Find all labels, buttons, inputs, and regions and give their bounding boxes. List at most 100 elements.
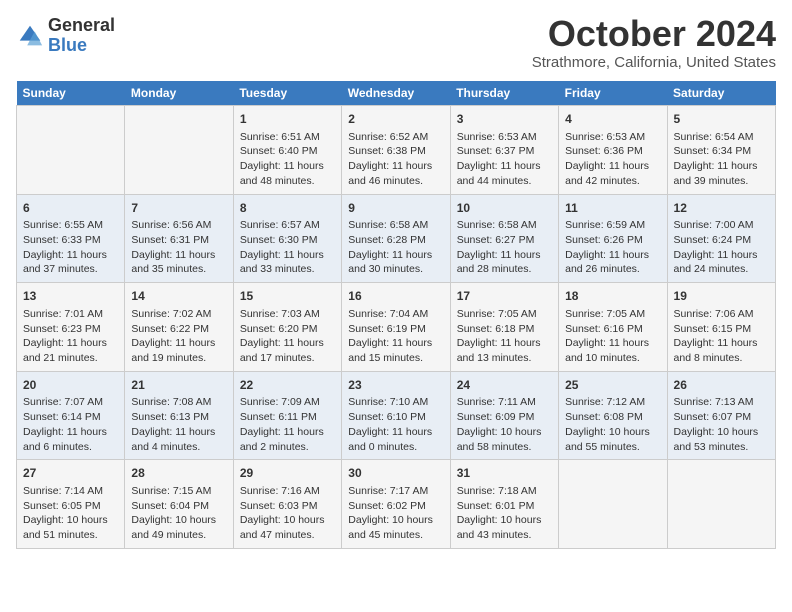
day-info: Sunrise: 7:13 AM Sunset: 6:07 PM Dayligh… [674,395,769,454]
day-info: Sunrise: 7:16 AM Sunset: 6:03 PM Dayligh… [240,484,335,543]
day-number: 12 [674,200,769,217]
day-info: Sunrise: 7:11 AM Sunset: 6:09 PM Dayligh… [457,395,552,454]
day-number: 1 [240,111,335,128]
day-info: Sunrise: 7:03 AM Sunset: 6:20 PM Dayligh… [240,307,335,366]
day-info: Sunrise: 7:00 AM Sunset: 6:24 PM Dayligh… [674,218,769,277]
calendar-cell: 9Sunrise: 6:58 AM Sunset: 6:28 PM Daylig… [342,194,450,283]
calendar-cell: 21Sunrise: 7:08 AM Sunset: 6:13 PM Dayli… [125,371,233,460]
calendar-cell: 12Sunrise: 7:00 AM Sunset: 6:24 PM Dayli… [667,194,775,283]
calendar-header: SundayMondayTuesdayWednesdayThursdayFrid… [17,81,776,106]
calendar-cell [559,460,667,549]
calendar-cell: 8Sunrise: 6:57 AM Sunset: 6:30 PM Daylig… [233,194,341,283]
calendar-week-row: 1 Sunrise: 6:51 AM Sunset: 6:40 PM Daylig… [17,106,776,195]
weekday-header: Sunday [17,81,125,106]
day-number: 9 [348,200,443,217]
day-info: Sunrise: 7:01 AM Sunset: 6:23 PM Dayligh… [23,307,118,366]
day-number: 24 [457,377,552,394]
day-number: 21 [131,377,226,394]
day-info: Sunrise: 7:14 AM Sunset: 6:05 PM Dayligh… [23,484,118,543]
calendar-cell: 2Sunrise: 6:52 AM Sunset: 6:38 PM Daylig… [342,106,450,195]
calendar-cell: 29 Sunrise: 7:16 AM Sunset: 6:03 PM Dayli… [233,460,341,549]
day-number: 17 [457,288,552,305]
day-number: 22 [240,377,335,394]
day-info: Sunrise: 7:08 AM Sunset: 6:13 PM Dayligh… [131,395,226,454]
calendar-week-row: 20Sunrise: 7:07 AM Sunset: 6:14 PM Dayli… [17,371,776,460]
calendar-cell [17,106,125,195]
calendar-cell: 28Sunrise: 7:15 AM Sunset: 6:04 PM Dayli… [125,460,233,549]
calendar-cell: 4Sunrise: 6:53 AM Sunset: 6:36 PM Daylig… [559,106,667,195]
calendar-week-row: 6Sunrise: 6:55 AM Sunset: 6:33 PM Daylig… [17,194,776,283]
day-info: Sunrise: 6:54 AM Sunset: 6:34 PM Dayligh… [674,130,769,189]
day-number: 29 [240,465,335,482]
logo-line1: General [48,16,115,36]
day-info: Sunrise: 6:51 AM Sunset: 6:40 PM Dayligh… [240,130,335,189]
day-info: Sunrise: 7:02 AM Sunset: 6:22 PM Dayligh… [131,307,226,366]
day-info: Sunrise: 6:58 AM Sunset: 6:27 PM Dayligh… [457,218,552,277]
day-number: 15 [240,288,335,305]
calendar-cell: 16 Sunrise: 7:04 AM Sunset: 6:19 PM Dayli… [342,283,450,372]
day-info: Sunrise: 7:09 AM Sunset: 6:11 PM Dayligh… [240,395,335,454]
day-info: Sunrise: 6:56 AM Sunset: 6:31 PM Dayligh… [131,218,226,277]
day-info: Sunrise: 6:58 AM Sunset: 6:28 PM Dayligh… [348,218,443,277]
day-number: 13 [23,288,118,305]
day-number: 3 [457,111,552,128]
calendar-cell: 18 Sunrise: 7:05 AM Sunset: 6:16 PM Dayli… [559,283,667,372]
weekday-header: Saturday [667,81,775,106]
calendar-cell: 24Sunrise: 7:11 AM Sunset: 6:09 PM Dayli… [450,371,558,460]
calendar-week-row: 27Sunrise: 7:14 AM Sunset: 6:05 PM Dayli… [17,460,776,549]
weekday-header: Tuesday [233,81,341,106]
day-number: 26 [674,377,769,394]
day-number: 16 [348,288,443,305]
day-info: Sunrise: 7:12 AM Sunset: 6:08 PM Dayligh… [565,395,660,454]
logo: General Blue [16,16,115,56]
day-number: 10 [457,200,552,217]
logo-icon [16,22,44,50]
calendar-cell [125,106,233,195]
day-number: 5 [674,111,769,128]
weekday-header: Wednesday [342,81,450,106]
day-info: Sunrise: 6:59 AM Sunset: 6:26 PM Dayligh… [565,218,660,277]
day-number: 31 [457,465,552,482]
day-number: 11 [565,200,660,217]
day-info: Sunrise: 7:05 AM Sunset: 6:16 PM Dayligh… [565,307,660,366]
day-info: Sunrise: 6:53 AM Sunset: 6:36 PM Dayligh… [565,130,660,189]
day-number: 28 [131,465,226,482]
day-number: 19 [674,288,769,305]
calendar-cell: 25Sunrise: 7:12 AM Sunset: 6:08 PM Dayli… [559,371,667,460]
calendar-cell: 17 Sunrise: 7:05 AM Sunset: 6:18 PM Dayli… [450,283,558,372]
calendar-cell: 14 Sunrise: 7:02 AM Sunset: 6:22 PM Dayli… [125,283,233,372]
calendar-cell: 15 Sunrise: 7:03 AM Sunset: 6:20 PM Dayli… [233,283,341,372]
calendar-cell: 13 Sunrise: 7:01 AM Sunset: 6:23 PM Dayli… [17,283,125,372]
day-info: Sunrise: 6:57 AM Sunset: 6:30 PM Dayligh… [240,218,335,277]
month-title: October 2024 [532,16,776,52]
calendar-cell [667,460,775,549]
calendar-cell: 10Sunrise: 6:58 AM Sunset: 6:27 PM Dayli… [450,194,558,283]
calendar-cell: 7Sunrise: 6:56 AM Sunset: 6:31 PM Daylig… [125,194,233,283]
calendar-cell: 26Sunrise: 7:13 AM Sunset: 6:07 PM Dayli… [667,371,775,460]
day-info: Sunrise: 7:04 AM Sunset: 6:19 PM Dayligh… [348,307,443,366]
location: Strathmore, California, United States [532,54,776,71]
day-info: Sunrise: 6:53 AM Sunset: 6:37 PM Dayligh… [457,130,552,189]
day-info: Sunrise: 7:17 AM Sunset: 6:02 PM Dayligh… [348,484,443,543]
title-block: October 2024 Strathmore, California, Uni… [532,16,776,71]
calendar-table: SundayMondayTuesdayWednesdayThursdayFrid… [16,81,776,549]
day-number: 7 [131,200,226,217]
calendar-cell: 23Sunrise: 7:10 AM Sunset: 6:10 PM Dayli… [342,371,450,460]
calendar-cell: 19Sunrise: 7:06 AM Sunset: 6:15 PM Dayli… [667,283,775,372]
day-number: 25 [565,377,660,394]
calendar-cell: 22Sunrise: 7:09 AM Sunset: 6:11 PM Dayli… [233,371,341,460]
calendar-cell: 1 Sunrise: 6:51 AM Sunset: 6:40 PM Daylig… [233,106,341,195]
calendar-cell: 20Sunrise: 7:07 AM Sunset: 6:14 PM Dayli… [17,371,125,460]
day-number: 20 [23,377,118,394]
calendar-week-row: 13 Sunrise: 7:01 AM Sunset: 6:23 PM Dayli… [17,283,776,372]
day-number: 6 [23,200,118,217]
day-info: Sunrise: 7:07 AM Sunset: 6:14 PM Dayligh… [23,395,118,454]
day-number: 23 [348,377,443,394]
day-info: Sunrise: 6:55 AM Sunset: 6:33 PM Dayligh… [23,218,118,277]
day-number: 18 [565,288,660,305]
day-number: 14 [131,288,226,305]
day-info: Sunrise: 6:52 AM Sunset: 6:38 PM Dayligh… [348,130,443,189]
day-info: Sunrise: 7:05 AM Sunset: 6:18 PM Dayligh… [457,307,552,366]
calendar-cell: 27Sunrise: 7:14 AM Sunset: 6:05 PM Dayli… [17,460,125,549]
calendar-cell: 6Sunrise: 6:55 AM Sunset: 6:33 PM Daylig… [17,194,125,283]
